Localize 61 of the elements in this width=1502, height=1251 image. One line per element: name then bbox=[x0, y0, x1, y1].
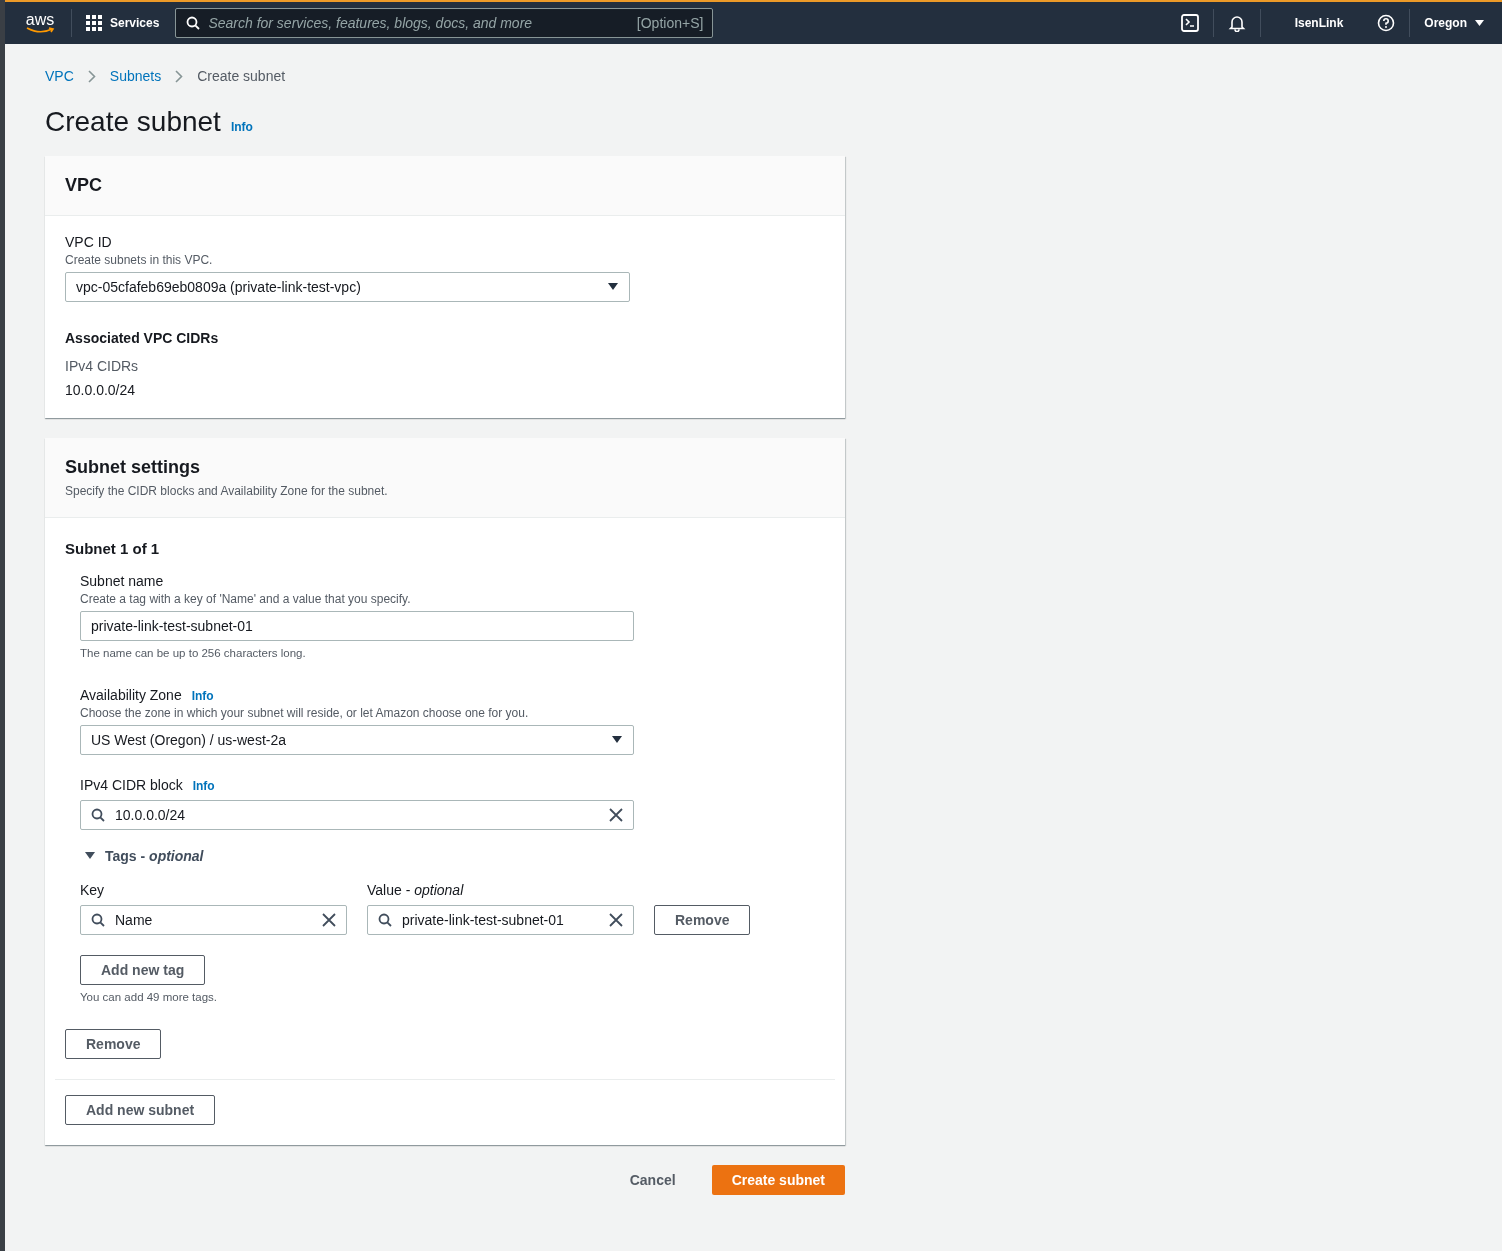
help-icon[interactable] bbox=[1377, 14, 1396, 32]
search-icon bbox=[378, 913, 392, 927]
clear-icon[interactable] bbox=[609, 913, 623, 927]
caret-icon bbox=[1475, 19, 1484, 27]
logo-text: aws bbox=[25, 12, 55, 27]
services-button[interactable]: Services bbox=[86, 15, 160, 31]
field-constraint: The name can be up to 256 characters long. bbox=[80, 647, 307, 659]
breadcrumb-link[interactable]: VPC bbox=[45, 68, 74, 84]
logo[interactable]: aws bbox=[23, 12, 57, 34]
column-label: Key bbox=[80, 882, 106, 898]
panel-title: Subnet settings bbox=[65, 457, 201, 478]
field-label: VPC ID bbox=[65, 234, 113, 250]
clear-icon[interactable] bbox=[322, 913, 336, 927]
breadcrumb-link[interactable]: Subnets bbox=[109, 68, 162, 84]
info-link[interactable]: Info bbox=[192, 779, 215, 793]
field-label: IPv4 CIDR block bbox=[80, 777, 183, 793]
cidr-label: IPv4 CIDRs bbox=[65, 358, 140, 374]
vpc-select[interactable]: vpc-05cfafeb69eb0809a (private-link-test-vpc) bbox=[65, 272, 630, 302]
terminal-icon[interactable] bbox=[1180, 14, 1199, 32]
field-hint: Choose the zone in which your subnet will reside, or let Amazon choose one for you. bbox=[80, 706, 530, 720]
region-menu[interactable]: Oregon bbox=[1424, 16, 1484, 30]
panel-description: Specify the CIDR blocks and Availability Zone for the subnet. bbox=[65, 484, 389, 498]
tag-key-input[interactable]: Name bbox=[80, 905, 347, 935]
section-heading: Associated VPC CIDRs bbox=[65, 330, 220, 346]
tag-value-input[interactable]: private-link-test-subnet-01 bbox=[367, 905, 634, 935]
bell-icon[interactable] bbox=[1227, 14, 1246, 32]
field-hint: Create subnets in this VPC. bbox=[65, 253, 214, 267]
smile-arrow-icon bbox=[25, 26, 55, 34]
clear-icon[interactable] bbox=[609, 808, 623, 822]
tag-limit-text: You can add 49 more tags. bbox=[80, 991, 219, 1003]
breadcrumb-current: Create subnet bbox=[197, 68, 286, 84]
caret-icon bbox=[611, 736, 623, 744]
cidr-input[interactable]: 10.0.0.0/24 bbox=[80, 800, 634, 830]
search-icon bbox=[186, 16, 201, 30]
chevron-right-icon bbox=[175, 69, 184, 83]
panel-title: VPC bbox=[65, 175, 103, 196]
column-label: Value - optional bbox=[367, 882, 465, 898]
add-subnet-button[interactable]: Add new subnet bbox=[65, 1095, 216, 1125]
chevron-right-icon bbox=[87, 69, 96, 83]
field-label: Subnet name bbox=[80, 573, 165, 589]
field-hint: Create a tag with a key of 'Name' and a value that you specify. bbox=[80, 592, 412, 606]
cidr-value: 10.0.0.0/24 bbox=[65, 382, 137, 398]
remove-subnet-button[interactable]: Remove bbox=[65, 1029, 162, 1059]
search-icon bbox=[91, 913, 105, 927]
cancel-button[interactable]: Cancel bbox=[623, 1171, 682, 1189]
tags-expander[interactable]: Tags - optional bbox=[80, 848, 209, 864]
subnet-heading: Subnet 1 of 1 bbox=[65, 540, 161, 557]
info-link[interactable]: Info bbox=[191, 689, 214, 703]
field-label: Availability Zone bbox=[80, 687, 182, 703]
add-tag-button[interactable]: Add new tag bbox=[80, 955, 206, 985]
caret-icon bbox=[607, 283, 619, 291]
info-link[interactable]: Info bbox=[230, 120, 253, 134]
account-menu[interactable]: IsenLink bbox=[1294, 16, 1344, 30]
availability-zone-select[interactable]: US West (Oregon) / us-west-2a bbox=[80, 725, 634, 755]
search-icon bbox=[91, 808, 105, 822]
keyboard-shortcut: [Option+S] bbox=[636, 15, 704, 31]
grid-icon bbox=[86, 15, 102, 31]
page-title: Create subnet bbox=[45, 106, 221, 138]
remove-tag-button[interactable]: Remove bbox=[654, 905, 751, 935]
caret-down-icon bbox=[85, 851, 95, 861]
subnet-name-input[interactable]: private-link-test-subnet-01 bbox=[80, 611, 634, 641]
